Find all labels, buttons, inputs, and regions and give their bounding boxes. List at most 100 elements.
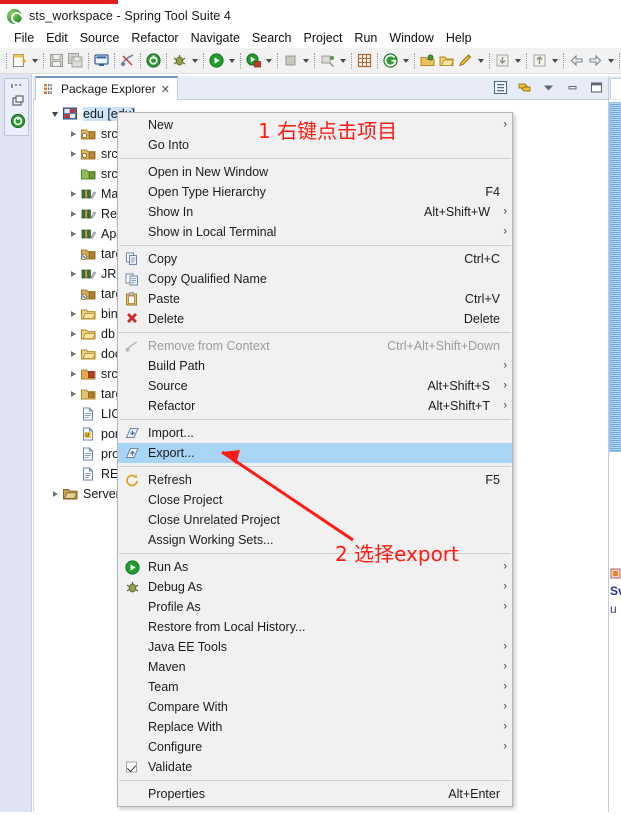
view-menu-icon[interactable]	[540, 79, 556, 95]
menu-item-source[interactable]: Source Alt+Shift+S ›	[118, 376, 512, 396]
new-wizard-icon[interactable]	[10, 51, 29, 70]
boot-dashboard-icon[interactable]	[144, 51, 163, 70]
open-folder-icon[interactable]	[437, 51, 456, 70]
file-icon	[80, 406, 97, 422]
menu-item-refactor[interactable]: Refactor Alt+Shift+T ›	[118, 396, 512, 416]
chevron-down-icon[interactable]	[337, 51, 348, 70]
chevron-down-icon[interactable]	[475, 51, 486, 70]
menubar-item-navigate[interactable]: Navigate	[185, 30, 246, 46]
run-icon[interactable]	[207, 51, 226, 70]
menu-item-profile-as[interactable]: Profile As ›	[118, 597, 512, 617]
menu-item-configure[interactable]: Configure ›	[118, 737, 512, 757]
menu-item-export[interactable]: Export...	[118, 443, 512, 463]
terminate-icon[interactable]	[281, 51, 300, 70]
menu-item-build-path[interactable]: Build Path ›	[118, 356, 512, 376]
menubar-item-file[interactable]: File	[8, 30, 40, 46]
chevron-right-icon[interactable]	[66, 124, 80, 144]
chevron-down-icon[interactable]	[549, 51, 560, 70]
restore-perspective-icon[interactable]	[10, 93, 26, 109]
menu-item-open-in-new-window[interactable]: Open in New Window	[118, 162, 512, 182]
boot-dashboard-icon[interactable]	[10, 113, 26, 129]
chevron-right-icon[interactable]	[66, 224, 80, 244]
menu-item-maven[interactable]: Maven ›	[118, 657, 512, 677]
menu-item-validate[interactable]: Validate	[118, 757, 512, 777]
back-icon[interactable]	[567, 51, 586, 70]
menu-item-show-in-local-terminal[interactable]: Show in Local Terminal ›	[118, 222, 512, 242]
menubar-item-help[interactable]: Help	[440, 30, 478, 46]
forward-icon[interactable]	[586, 51, 605, 70]
chevron-right-icon[interactable]	[48, 484, 62, 504]
menu-item-team[interactable]: Team ›	[118, 677, 512, 697]
minimize-icon[interactable]	[564, 79, 580, 95]
new-package-icon[interactable]	[355, 51, 374, 70]
submenu-arrow-icon: ›	[503, 225, 507, 238]
menu-item-label: Replace With	[148, 720, 223, 734]
tab-package-explorer[interactable]: Package Explorer ✕	[35, 76, 178, 100]
console-icon[interactable]	[92, 51, 111, 70]
menubar-item-window[interactable]: Window	[383, 30, 439, 46]
link-with-editor-icon[interactable]	[516, 79, 532, 95]
menu-item-import[interactable]: Import...	[118, 423, 512, 443]
chevron-down-icon[interactable]	[29, 51, 40, 70]
project-context-menu[interactable]: New › Go Into Open in New Window Open Type H…	[117, 112, 513, 807]
chevron-down-icon[interactable]	[400, 51, 411, 70]
menubar-item-source[interactable]: Source	[74, 30, 126, 46]
menubar-item-edit[interactable]: Edit	[40, 30, 74, 46]
git-repo-icon[interactable]	[381, 51, 400, 70]
menu-item-compare-with[interactable]: Compare With ›	[118, 697, 512, 717]
chevron-right-icon[interactable]	[66, 204, 80, 224]
editor-tab-partial[interactable]	[609, 76, 621, 100]
menu-item-delete[interactable]: Delete Delete	[118, 309, 512, 329]
menubar-item-run[interactable]: Run	[348, 30, 383, 46]
chevron-right-icon[interactable]	[66, 384, 80, 404]
menu-item-close-project[interactable]: Close Project	[118, 490, 512, 510]
skip-breakpoints-icon[interactable]	[118, 51, 137, 70]
menu-item-close-unrelated-project[interactable]: Close Unrelated Project	[118, 510, 512, 530]
chevron-down-icon[interactable]	[605, 51, 616, 70]
menu-item-java-ee-tools[interactable]: Java EE Tools ›	[118, 637, 512, 657]
maximize-icon[interactable]	[588, 79, 604, 95]
chevron-down-icon[interactable]	[263, 51, 274, 70]
save-icon[interactable]	[47, 51, 66, 70]
vertical-scrollbar[interactable]	[609, 102, 621, 452]
open-type-icon[interactable]	[418, 51, 437, 70]
publish-icon[interactable]	[318, 51, 337, 70]
menu-item-replace-with[interactable]: Replace With ›	[118, 717, 512, 737]
checkbox-checked-icon[interactable]	[126, 761, 137, 773]
menu-item-debug-as[interactable]: Debug As ›	[118, 577, 512, 597]
menubar-item-search[interactable]: Search	[246, 30, 298, 46]
menu-item-restore-from-local-history[interactable]: Restore from Local History...	[118, 617, 512, 637]
menu-item-properties[interactable]: Properties Alt+Enter	[118, 784, 512, 804]
menu-item-label: Close Unrelated Project	[148, 513, 281, 527]
search-pencil-icon[interactable]	[456, 51, 475, 70]
menubar-item-project[interactable]: Project	[298, 30, 349, 46]
chevron-right-icon[interactable]	[66, 364, 80, 384]
library-icon	[80, 206, 97, 222]
collapse-all-icon[interactable]	[492, 79, 508, 95]
menu-item-paste[interactable]: Paste Ctrl+V	[118, 289, 512, 309]
chevron-down-icon[interactable]	[189, 51, 200, 70]
menu-item-show-in[interactable]: Show In Alt+Shift+W ›	[118, 202, 512, 222]
menu-item-copy-qualified-name[interactable]: Copy Qualified Name	[118, 269, 512, 289]
chevron-down-icon[interactable]	[48, 104, 62, 124]
chevron-down-icon[interactable]	[226, 51, 237, 70]
menu-item-label: Team	[148, 680, 179, 694]
chevron-right-icon[interactable]	[66, 264, 80, 284]
debug-icon[interactable]	[170, 51, 189, 70]
menu-item-refresh[interactable]: Refresh F5	[118, 470, 512, 490]
menu-item-copy[interactable]: Copy Ctrl+C	[118, 249, 512, 269]
chevron-right-icon[interactable]	[66, 184, 80, 204]
chevron-right-icon[interactable]	[66, 144, 80, 164]
menubar-item-refactor[interactable]: Refactor	[125, 30, 184, 46]
chevron-down-icon[interactable]	[512, 51, 523, 70]
run-external-tools-icon[interactable]	[244, 51, 263, 70]
close-icon[interactable]: ✕	[161, 83, 170, 96]
chevron-right-icon[interactable]	[66, 324, 80, 344]
chevron-right-icon[interactable]	[66, 304, 80, 324]
save-all-icon[interactable]	[66, 51, 85, 70]
menu-item-open-type-hierarchy[interactable]: Open Type Hierarchy F4	[118, 182, 512, 202]
chevron-right-icon[interactable]	[66, 344, 80, 364]
chevron-down-icon[interactable]	[300, 51, 311, 70]
next-annotation-icon[interactable]	[530, 51, 549, 70]
previous-annotation-icon[interactable]	[493, 51, 512, 70]
